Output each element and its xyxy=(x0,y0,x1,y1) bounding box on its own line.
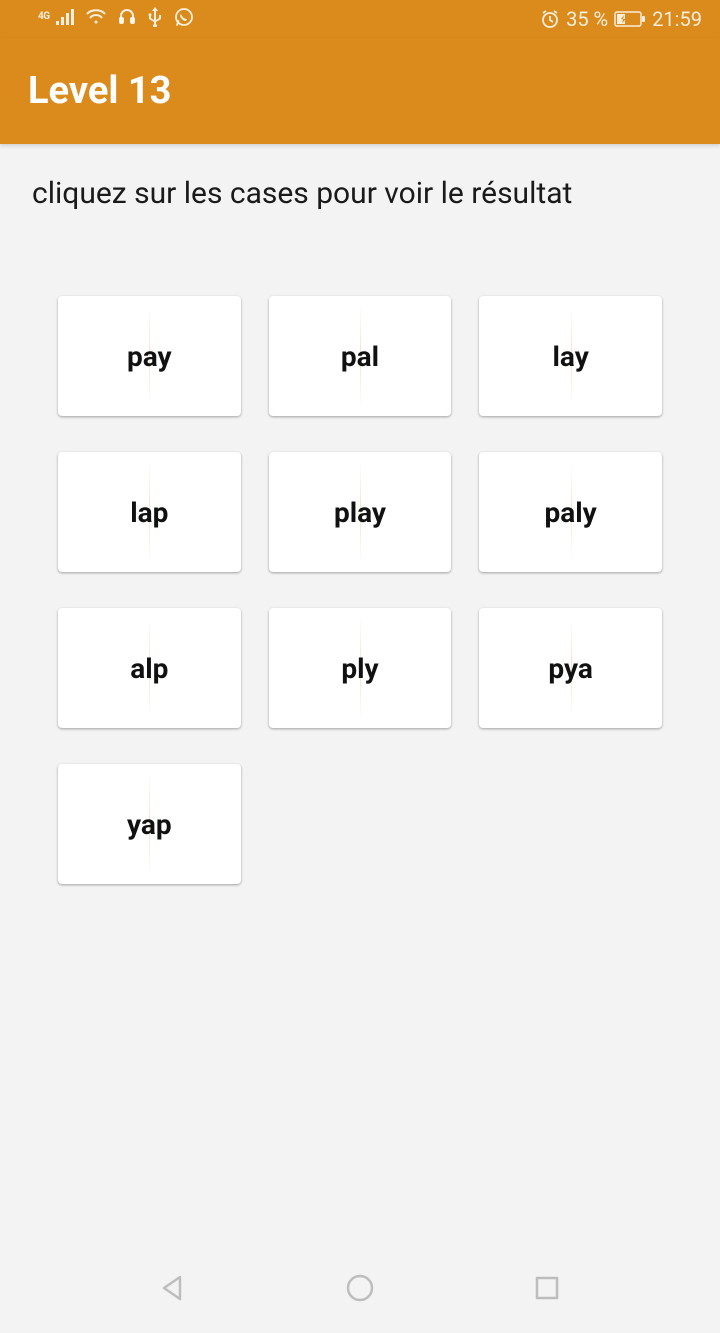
content: cliquez sur les cases pour voir le résul… xyxy=(0,144,720,884)
word-label: yap xyxy=(127,808,172,841)
back-icon xyxy=(158,1273,188,1307)
app-bar: Level 13 xyxy=(0,38,720,144)
clock-text: 21:59 xyxy=(652,7,702,31)
navigation-bar xyxy=(0,1247,720,1333)
word-card[interactable]: yap xyxy=(58,764,241,884)
word-card[interactable]: paly xyxy=(479,452,662,572)
word-label: pay xyxy=(127,340,172,373)
status-left: 4G xyxy=(38,7,194,32)
network-label: 4G xyxy=(38,11,50,22)
word-label: play xyxy=(334,496,386,529)
home-button[interactable] xyxy=(341,1271,379,1309)
usb-icon xyxy=(148,7,162,32)
word-card[interactable]: ply xyxy=(269,608,452,728)
recent-button[interactable] xyxy=(528,1271,566,1309)
word-card[interactable]: alp xyxy=(58,608,241,728)
word-card[interactable]: pay xyxy=(58,296,241,416)
word-label: alp xyxy=(130,652,168,685)
word-label: lay xyxy=(553,340,589,373)
whatsapp-icon xyxy=(174,7,194,32)
word-label: ply xyxy=(341,652,378,685)
word-card[interactable]: lay xyxy=(479,296,662,416)
word-card[interactable]: pya xyxy=(479,608,662,728)
status-right: 35 % 21:59 xyxy=(540,7,702,31)
word-card[interactable]: play xyxy=(269,452,452,572)
status-bar: 4G 35 % 21:59 xyxy=(0,0,720,38)
word-card[interactable]: lap xyxy=(58,452,241,572)
word-label: lap xyxy=(130,496,168,529)
battery-text: 35 % xyxy=(566,7,608,31)
word-label: pya xyxy=(548,652,592,685)
signal-icon xyxy=(56,9,74,30)
card-grid: pay pal lay lap play paly alp ply pya ya… xyxy=(0,212,720,884)
back-button[interactable] xyxy=(154,1271,192,1309)
page-title: Level 13 xyxy=(28,69,171,113)
alarm-icon xyxy=(540,9,560,29)
battery-icon xyxy=(614,11,646,27)
recent-icon xyxy=(533,1274,561,1306)
word-card[interactable]: pal xyxy=(269,296,452,416)
word-label: pal xyxy=(341,340,379,373)
headset-icon xyxy=(118,8,136,31)
word-label: paly xyxy=(545,496,597,529)
wifi-icon xyxy=(86,9,106,30)
home-icon xyxy=(344,1272,376,1308)
instruction-text: cliquez sur les cases pour voir le résul… xyxy=(0,176,720,212)
